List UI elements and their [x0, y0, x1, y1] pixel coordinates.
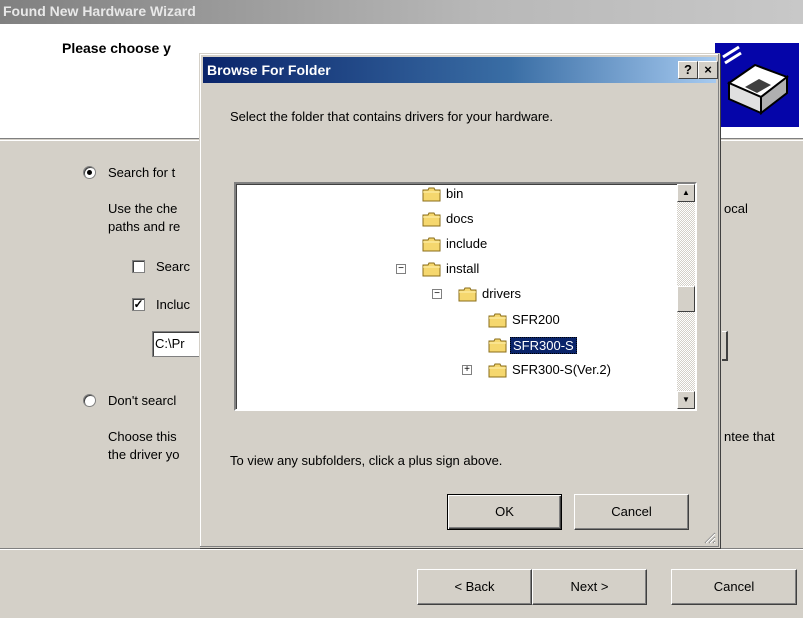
ok-button[interactable]: OK — [447, 494, 562, 530]
browse-for-folder-dialog: Browse For Folder ? × Select the folder … — [199, 53, 720, 548]
folder-icon — [422, 212, 441, 227]
tree-vertical-scrollbar[interactable]: ▲ ▼ — [677, 184, 695, 409]
scroll-down-icon: ▼ — [682, 395, 690, 404]
tree-node[interactable]: − install — [396, 259, 662, 281]
search-desc-line1-right: ocal — [724, 201, 748, 216]
tree-node[interactable]: docs — [422, 209, 662, 231]
dont-search-desc-line1-right: ntee that — [724, 429, 775, 444]
wizard-cancel-button[interactable]: Cancel — [671, 569, 797, 605]
collapse-icon[interactable]: − — [396, 264, 406, 274]
search-removable-checkbox[interactable] — [132, 260, 145, 273]
tree-node-label: docs — [446, 211, 474, 226]
folder-icon — [458, 287, 477, 302]
dialog-prompt: Select the folder that contains drivers … — [230, 109, 553, 124]
tree-node-label: SFR300-S(Ver.2) — [512, 362, 611, 377]
tree-node-label: install — [446, 261, 480, 276]
dialog-cancel-button[interactable]: Cancel — [574, 494, 689, 530]
scroll-down-button[interactable]: ▼ — [677, 391, 695, 409]
search-desc-line2: paths and re — [108, 219, 181, 234]
scroll-up-icon: ▲ — [682, 188, 690, 197]
folder-icon — [488, 363, 507, 378]
search-label: Search for t — [108, 165, 176, 180]
include-location-checkbox[interactable]: ✓ — [132, 298, 145, 311]
tree-node[interactable]: − drivers — [432, 284, 695, 306]
scroll-thumb[interactable] — [677, 286, 695, 312]
help-button[interactable]: ? — [678, 61, 698, 79]
search-radio[interactable] — [83, 166, 96, 179]
folder-icon — [422, 262, 441, 277]
tree-node[interactable]: + SFR300-S(Ver.2) — [462, 360, 695, 382]
wizard-heading: Please choose y — [62, 40, 171, 56]
dialog-hint: To view any subfolders, click a plus sig… — [230, 453, 503, 468]
tree-node[interactable]: SFR300-S — [488, 335, 695, 357]
folder-icon — [422, 187, 441, 202]
tree-node-label: SFR300-S — [510, 337, 577, 354]
hardware-icon — [715, 43, 799, 127]
browse-button-edge[interactable] — [722, 331, 728, 361]
include-location-label: Incluc — [156, 297, 190, 312]
tree-node[interactable]: SFR200 — [488, 310, 695, 332]
dialog-title: Browse For Folder — [207, 62, 331, 78]
footer-separator — [0, 548, 803, 550]
scroll-up-button[interactable]: ▲ — [677, 184, 695, 202]
folder-tree[interactable]: bin docs include − install − drivers SFR200 SFR3… — [234, 182, 697, 411]
dialog-titlebar: Browse For Folder ? × — [203, 57, 718, 83]
wizard-title: Found New Hardware Wizard — [3, 3, 196, 19]
search-desc-line1: Use the che — [108, 201, 178, 216]
dont-search-desc-line2: the driver yo — [108, 447, 180, 462]
tree-node[interactable]: include — [422, 234, 662, 256]
close-button[interactable]: × — [698, 61, 718, 79]
tree-node-label: drivers — [482, 286, 522, 301]
search-removable-label: Searc — [156, 259, 190, 274]
dont-search-radio[interactable] — [83, 394, 96, 407]
wizard-titlebar: Found New Hardware Wizard — [0, 0, 803, 24]
collapse-icon[interactable]: − — [432, 289, 442, 299]
tree-node-label: SFR200 — [512, 312, 560, 327]
tree-node-label: bin — [446, 186, 464, 201]
folder-icon — [488, 313, 507, 328]
next-button[interactable]: Next > — [532, 569, 647, 605]
expand-icon[interactable]: + — [462, 365, 472, 375]
folder-icon — [422, 237, 441, 252]
dont-search-label: Don't searcl — [108, 393, 177, 408]
folder-icon — [488, 338, 507, 353]
dont-search-desc-line1: Choose this — [108, 429, 177, 444]
tree-node[interactable]: bin — [422, 184, 662, 206]
tree-node-label: include — [446, 236, 488, 251]
resize-grip-icon[interactable] — [704, 532, 716, 544]
back-button[interactable]: < Back — [417, 569, 532, 605]
